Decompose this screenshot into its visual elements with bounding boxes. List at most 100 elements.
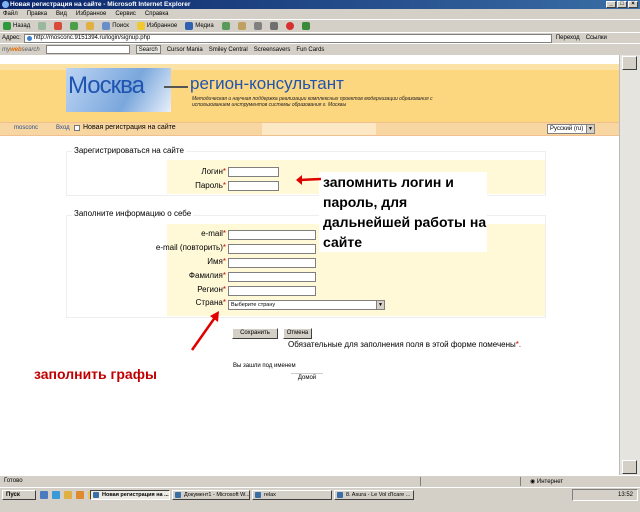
country-select[interactable]: Выберите страну ▼ [228, 300, 385, 310]
home-icon[interactable] [86, 22, 95, 30]
go-button[interactable]: Переход [556, 35, 580, 41]
refresh-icon[interactable] [70, 22, 79, 30]
close-button[interactable]: × [628, 1, 638, 8]
required-note: Обязательные для заполнения поля в этой … [288, 340, 522, 349]
task-media[interactable]: 8. Asura - Le Vol d'Icare ... [334, 490, 414, 500]
cursor-mania-link[interactable]: Cursor Mania [167, 47, 203, 53]
maximize-button[interactable]: □ [617, 1, 627, 8]
screensavers-link[interactable]: Screensavers [254, 47, 291, 53]
breadcrumb-current: Новая регистрация на сайте [83, 124, 176, 131]
menu-favorites[interactable]: Избранное [76, 11, 106, 17]
menu-tools[interactable]: Сервис [115, 11, 136, 17]
mywebsearch-logo: mywebsearch [2, 46, 40, 53]
edit-icon[interactable] [269, 22, 278, 30]
back-arrow-icon [3, 22, 11, 30]
task-registration[interactable]: Новая регистрация на ... [90, 490, 170, 500]
save-button[interactable]: Сохранить [232, 328, 278, 339]
system-tray: 13:52 [572, 489, 638, 501]
fill-hint-arrow [190, 311, 219, 351]
vertical-scrollbar[interactable] [619, 55, 640, 475]
menu-view[interactable]: Вид [56, 11, 67, 17]
favorites-button[interactable]: Избранное [136, 22, 178, 30]
history-icon[interactable] [221, 22, 230, 30]
smiley-central-link[interactable]: Smiley Central [209, 47, 248, 53]
forward-arrow-icon[interactable] [38, 22, 47, 30]
info-legend: Заполните информацию о себе [72, 209, 194, 218]
status-divider [520, 477, 521, 486]
chevron-down-icon: ▼ [376, 301, 384, 309]
login-label: Логин* [201, 167, 226, 176]
fill-hint-annotation: заполнить графы [34, 366, 157, 382]
desktop-icon[interactable] [40, 491, 48, 499]
msn-icon[interactable] [301, 22, 310, 30]
email-repeat-input[interactable] [228, 244, 316, 254]
browser-toolbar: Назад Поиск Избранное Медиа [0, 19, 640, 32]
email-repeat-label: e-mail (повторить)* [155, 243, 226, 252]
stop-icon[interactable] [54, 22, 63, 30]
banner-dash [164, 86, 188, 88]
media-icon [185, 22, 194, 30]
address-label: Адрес: [2, 35, 21, 41]
email-label: e-mail* [201, 229, 226, 238]
menu-bar: Файл Правка Вид Избранное Сервис Справка [0, 9, 640, 19]
fun-cards-link[interactable]: Fun Cards [296, 47, 324, 53]
login-input[interactable] [228, 167, 279, 177]
breadcrumb-login-link[interactable]: Вход [56, 125, 70, 131]
address-bar: Адрес: http://mosconc.9151394.ru/login/s… [0, 32, 640, 43]
cancel-button[interactable]: Отмена [283, 328, 312, 339]
site-title: регион-консультант [190, 74, 344, 93]
language-select[interactable]: Русский (ru) ▼ [547, 124, 595, 134]
password-input[interactable] [228, 181, 279, 191]
search-label: Поиск [112, 23, 129, 29]
links-button[interactable]: Ссылки [586, 35, 607, 41]
chevron-down-icon: ▼ [586, 125, 594, 133]
web-search-button[interactable]: Search [135, 45, 161, 54]
menu-edit[interactable]: Правка [27, 11, 47, 17]
window-titlebar: Новая регистрация на сайте - Microsoft I… [0, 0, 640, 9]
address-input[interactable]: http://mosconc.9151394.ru/login/signup.p… [23, 33, 552, 43]
back-button[interactable]: Назад [3, 22, 30, 30]
menu-file[interactable]: Файл [3, 11, 18, 17]
site-subtitle: Методическая и научная поддержка реализа… [192, 96, 433, 108]
logged-in-text: Вы зашли под именем [233, 363, 296, 369]
scroll-down-button[interactable] [622, 460, 637, 474]
minimize-button[interactable]: _ [606, 1, 616, 8]
window-title: Новая регистрация на сайте - Microsoft I… [10, 1, 191, 8]
start-button[interactable]: Пуск [2, 490, 36, 500]
outlook-icon[interactable] [64, 491, 72, 499]
back-label: Назад [13, 23, 31, 29]
moscow-logo-text: Москва [68, 72, 145, 99]
login-hint-arrow [296, 175, 322, 185]
scroll-up-button[interactable] [622, 56, 637, 70]
ie-icon[interactable] [52, 491, 60, 499]
ie-icon [2, 1, 9, 8]
favorites-label: Избранное [146, 23, 178, 29]
messenger-icon[interactable] [285, 22, 294, 30]
globe-icon: ◉ [530, 479, 537, 485]
media-player-icon[interactable] [76, 491, 84, 499]
search-toolbar: mywebsearch Search Cursor Mania Smiley C… [0, 43, 640, 55]
mail-icon[interactable] [237, 22, 246, 30]
firstname-label: Имя* [207, 257, 226, 266]
home-link[interactable]: Домой [291, 373, 323, 382]
region-label: Регион* [197, 285, 226, 294]
print-icon[interactable] [253, 22, 262, 30]
login-hint-annotation: запомнить логин и пароль, для дальнейшей… [319, 172, 487, 252]
breadcrumb-site-link[interactable]: mosconc [14, 125, 38, 131]
menu-help[interactable]: Справка [145, 11, 169, 17]
language-value: Русский (ru) [550, 126, 584, 132]
password-label: Пароль* [195, 181, 226, 190]
star-icon [136, 22, 145, 30]
web-search-input[interactable] [45, 45, 130, 54]
firstname-input[interactable] [228, 258, 316, 268]
search-button[interactable]: Поиск [102, 22, 129, 30]
media-button[interactable]: Медиа [185, 22, 214, 30]
lastname-input[interactable] [228, 272, 316, 282]
region-input[interactable] [228, 286, 316, 296]
media-label: Медиа [195, 23, 214, 29]
task-relax[interactable]: relax [252, 490, 332, 500]
email-input[interactable] [228, 230, 316, 240]
country-label: Страна* [195, 298, 226, 307]
search-icon [102, 22, 111, 30]
task-word[interactable]: Документ1 - Microsoft W... [172, 490, 250, 500]
